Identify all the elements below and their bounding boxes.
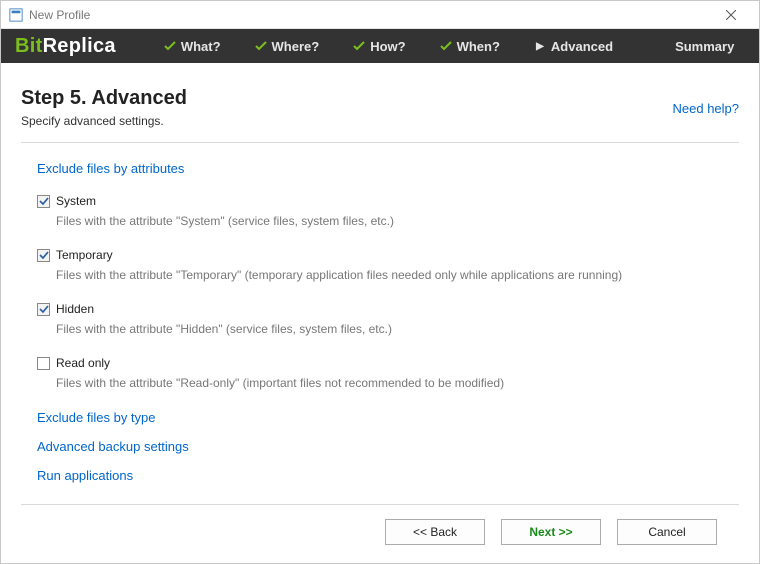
checkbox-hidden[interactable] bbox=[37, 303, 50, 316]
attrib-label: Read only bbox=[56, 356, 110, 370]
check-icon bbox=[353, 40, 365, 52]
section-run-applications[interactable]: Run applications bbox=[37, 468, 723, 483]
attrib-hidden: Hidden Files with the attribute "Hidden"… bbox=[37, 302, 723, 336]
window: New Profile BitReplica What? Where? How? bbox=[0, 0, 760, 564]
step-where[interactable]: Where? bbox=[255, 39, 320, 54]
attrib-row: Temporary bbox=[37, 248, 723, 262]
header-text: Step 5. Advanced Specify advanced settin… bbox=[21, 87, 187, 128]
footer: << Back Next >> Cancel bbox=[21, 504, 739, 563]
nav-bar: BitReplica What? Where? How? When? ▶ Adv… bbox=[1, 29, 759, 63]
back-button[interactable]: << Back bbox=[385, 519, 485, 545]
attrib-label: System bbox=[56, 194, 96, 208]
wizard-steps: What? Where? How? When? ▶ Advanced Summa… bbox=[164, 39, 735, 54]
section-exclude-attributes[interactable]: Exclude files by attributes bbox=[37, 161, 723, 176]
checkbox-readonly[interactable] bbox=[37, 357, 50, 370]
step-summary[interactable]: Summary bbox=[675, 39, 734, 54]
attrib-desc: Files with the attribute "System" (servi… bbox=[56, 214, 723, 228]
brand-logo: BitReplica bbox=[15, 35, 116, 58]
next-button[interactable]: Next >> bbox=[501, 519, 601, 545]
body: Exclude files by attributes System Files… bbox=[21, 143, 739, 497]
titlebar-left: New Profile bbox=[9, 8, 90, 22]
step-label: Advanced bbox=[551, 39, 613, 54]
titlebar: New Profile bbox=[1, 1, 759, 29]
checkbox-temporary[interactable] bbox=[37, 249, 50, 262]
brand-part1: Bit bbox=[15, 35, 43, 57]
step-label: When? bbox=[457, 39, 500, 54]
arrow-right-icon: ▶ bbox=[534, 40, 546, 52]
titlebar-right bbox=[711, 1, 751, 29]
page-subtitle: Specify advanced settings. bbox=[21, 114, 187, 128]
step-label: What? bbox=[181, 39, 221, 54]
attrib-system: System Files with the attribute "System"… bbox=[37, 194, 723, 228]
close-button[interactable] bbox=[711, 1, 751, 29]
check-icon bbox=[164, 40, 176, 52]
step-label: Summary bbox=[675, 39, 734, 54]
attrib-label: Temporary bbox=[56, 248, 113, 262]
attrib-row: Read only bbox=[37, 356, 723, 370]
step-when[interactable]: When? bbox=[440, 39, 500, 54]
step-label: Where? bbox=[272, 39, 320, 54]
attrib-row: Hidden bbox=[37, 302, 723, 316]
section-advanced-backup[interactable]: Advanced backup settings bbox=[37, 439, 723, 454]
check-icon bbox=[255, 40, 267, 52]
step-what[interactable]: What? bbox=[164, 39, 221, 54]
attrib-label: Hidden bbox=[56, 302, 94, 316]
step-how[interactable]: How? bbox=[353, 39, 405, 54]
check-icon bbox=[440, 40, 452, 52]
step-label: How? bbox=[370, 39, 405, 54]
attrib-desc: Files with the attribute "Hidden" (servi… bbox=[56, 322, 723, 336]
attrib-readonly: Read only Files with the attribute "Read… bbox=[37, 356, 723, 390]
help-link[interactable]: Need help? bbox=[673, 101, 740, 116]
page-title: Step 5. Advanced bbox=[21, 87, 187, 110]
header-row: Step 5. Advanced Specify advanced settin… bbox=[21, 87, 739, 128]
attrib-desc: Files with the attribute "Read-only" (im… bbox=[56, 376, 723, 390]
section-exclude-type[interactable]: Exclude files by type bbox=[37, 410, 723, 425]
attrib-temporary: Temporary Files with the attribute "Temp… bbox=[37, 248, 723, 282]
window-title: New Profile bbox=[29, 8, 90, 22]
brand-part2: Replica bbox=[43, 35, 116, 57]
step-advanced[interactable]: ▶ Advanced bbox=[534, 39, 613, 54]
app-icon bbox=[9, 8, 23, 22]
content: Step 5. Advanced Specify advanced settin… bbox=[1, 63, 759, 563]
attrib-desc: Files with the attribute "Temporary" (te… bbox=[56, 268, 723, 282]
attrib-row: System bbox=[37, 194, 723, 208]
checkbox-system[interactable] bbox=[37, 195, 50, 208]
cancel-button[interactable]: Cancel bbox=[617, 519, 717, 545]
